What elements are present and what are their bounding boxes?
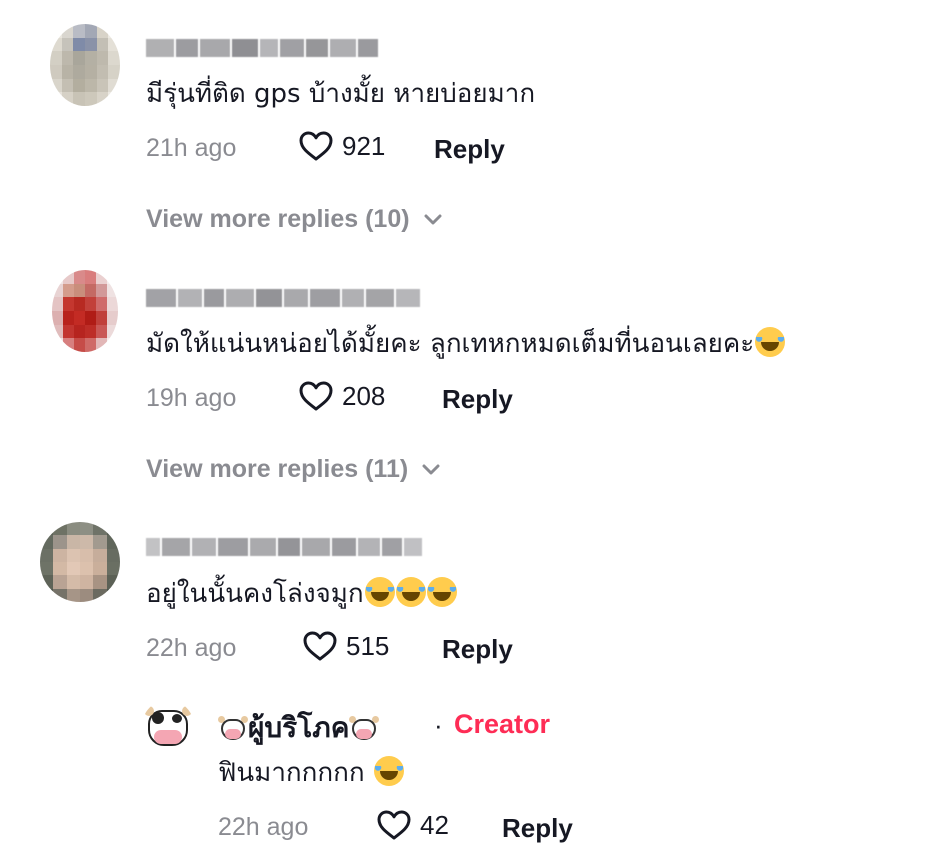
reply-button[interactable]: Reply <box>442 384 513 415</box>
like-count: 42 <box>420 809 449 840</box>
tears-of-joy-emoji <box>395 577 426 607</box>
avatar[interactable] <box>40 522 120 602</box>
comment-time: 19h ago <box>146 384 237 412</box>
comment-time: 22h ago <box>146 634 237 662</box>
comment-text: มีรุ่นที่ติด gps บ้างมั้ย หายบ่อยมาก <box>146 79 536 109</box>
tears-of-joy-emoji <box>426 577 457 607</box>
username-blurred[interactable] <box>146 535 422 559</box>
heart-icon <box>303 631 337 661</box>
cow-emoji <box>218 714 248 742</box>
like-count: 208 <box>342 380 386 411</box>
like-button[interactable]: 208 <box>298 380 385 412</box>
reply-button[interactable]: Reply <box>434 134 505 165</box>
comment-text: มัดให้แน่นหน่อยได้มั้ยคะ ลูกเทหกหมดเต็มท… <box>146 327 786 361</box>
like-button[interactable]: 921 <box>298 130 385 162</box>
chevron-down-icon <box>422 464 440 474</box>
reply-text: ฟินมากกกกก <box>218 756 404 790</box>
like-button[interactable]: 42 <box>376 809 449 841</box>
like-count: 921 <box>342 130 386 161</box>
heart-icon <box>299 131 333 161</box>
tears-of-joy-emoji <box>364 577 395 607</box>
avatar[interactable] <box>52 270 118 352</box>
separator-dot: · <box>434 710 443 740</box>
view-more-replies[interactable]: View more replies (11) <box>146 455 440 484</box>
cow-emoji <box>349 714 380 742</box>
creator-badge: Creator <box>454 709 551 739</box>
creator-name-label: ผู้บริโภค <box>248 711 350 744</box>
view-more-label: View more replies (10) <box>146 205 410 233</box>
creator-username[interactable]: ผู้บริโภค <box>218 706 380 750</box>
view-more-label: View more replies (11) <box>146 455 409 483</box>
username-blurred[interactable] <box>146 36 378 60</box>
avatar[interactable] <box>50 24 120 106</box>
heart-icon <box>299 381 333 411</box>
username-blurred[interactable] <box>146 286 420 310</box>
tears-of-joy-emoji <box>755 327 786 357</box>
comment-time: 21h ago <box>146 134 237 162</box>
comment-text: อยู่ในนั้นคงโล่งจมูก <box>146 577 457 611</box>
view-more-replies[interactable]: View more replies (10) <box>146 205 442 234</box>
reply-time: 22h ago <box>218 813 309 841</box>
reply-button[interactable]: Reply <box>442 634 513 665</box>
like-button[interactable]: 515 <box>302 630 389 662</box>
creator-avatar[interactable] <box>142 700 194 752</box>
chevron-down-icon <box>424 214 442 224</box>
reply-button[interactable]: Reply <box>502 813 573 844</box>
like-count: 515 <box>346 630 390 661</box>
heart-icon <box>377 810 411 840</box>
tears-of-joy-emoji <box>373 756 404 786</box>
